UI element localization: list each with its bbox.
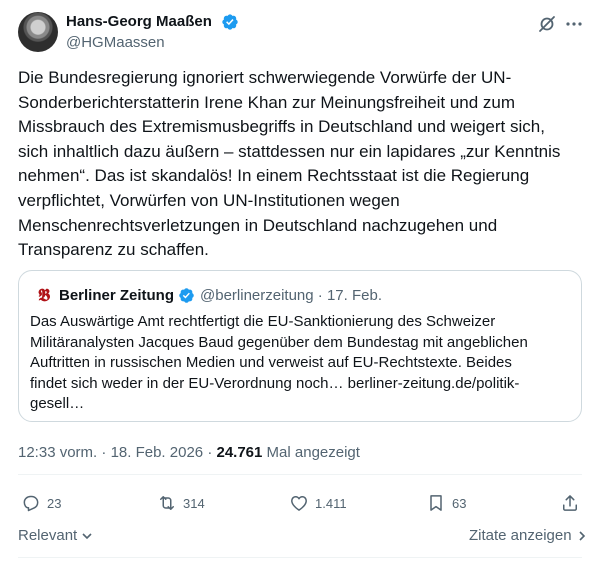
quoted-tweet-text: Das Auswärtige Amt rechtfertigt die EU-S… [30, 313, 528, 412]
like-count: 1.411 [315, 495, 347, 511]
repost-button[interactable]: 314 [157, 492, 205, 514]
sort-replies-dropdown[interactable]: Relevant [18, 527, 94, 545]
chevron-right-icon [579, 531, 585, 541]
tweet-time[interactable]: 12:33 vorm. [18, 444, 97, 461]
sort-label: Relevant [18, 527, 78, 544]
meta-separator: · [207, 444, 213, 461]
tweet-date[interactable]: 18. Feb. 2026 [111, 444, 204, 461]
meta-separator: · [101, 444, 107, 461]
quoted-verified-badge-icon [179, 288, 194, 303]
quoted-author-handle: @berlinerzeitung [200, 287, 314, 304]
divider [18, 557, 582, 558]
bookmark-button[interactable]: 63 [426, 492, 466, 514]
grok-icon[interactable] [537, 14, 557, 34]
bookmark-count: 63 [452, 495, 467, 511]
author-handle[interactable]: @HGMaassen [66, 33, 165, 53]
repost-count: 314 [183, 495, 205, 511]
author-name[interactable]: Hans-Georg Maaßen [66, 12, 212, 32]
verified-badge-icon [222, 14, 238, 30]
view-quotes-label: Zitate anzeigen [469, 527, 572, 544]
bookmark-icon [430, 495, 442, 511]
quoted-separator: · [317, 287, 323, 304]
view-count: 24.761 [216, 444, 263, 461]
more-options-icon[interactable] [564, 14, 584, 34]
quoted-date: 17. Feb. [326, 287, 383, 304]
tweet-text: Die Bundesregierung ignoriert schwerwieg… [18, 68, 561, 260]
quoted-meta: @berlinerzeitung · 17. Feb. [200, 286, 382, 306]
reply-button[interactable]: 23 [21, 492, 61, 514]
divider [18, 474, 582, 475]
reply-count: 23 [47, 495, 62, 511]
view-quotes-link[interactable]: Zitate anzeigen [469, 527, 589, 545]
heart-icon [291, 496, 307, 511]
tweet-meta: 12:33 vorm. · 18. Feb. 2026 · 24.761 Mal… [18, 443, 360, 463]
repost-icon [160, 496, 174, 510]
author-avatar[interactable] [18, 12, 58, 52]
berliner-zeitung-logo-icon: 𝕭 [37, 286, 51, 306]
reply-icon [23, 495, 39, 512]
chevron-down-icon [82, 533, 92, 540]
like-button[interactable]: 1.411 [289, 492, 347, 514]
view-count-label: Mal angezeigt [266, 444, 360, 461]
share-button[interactable] [560, 492, 586, 514]
quoted-author-name: Berliner Zeitung [59, 287, 175, 304]
share-icon [563, 495, 577, 511]
